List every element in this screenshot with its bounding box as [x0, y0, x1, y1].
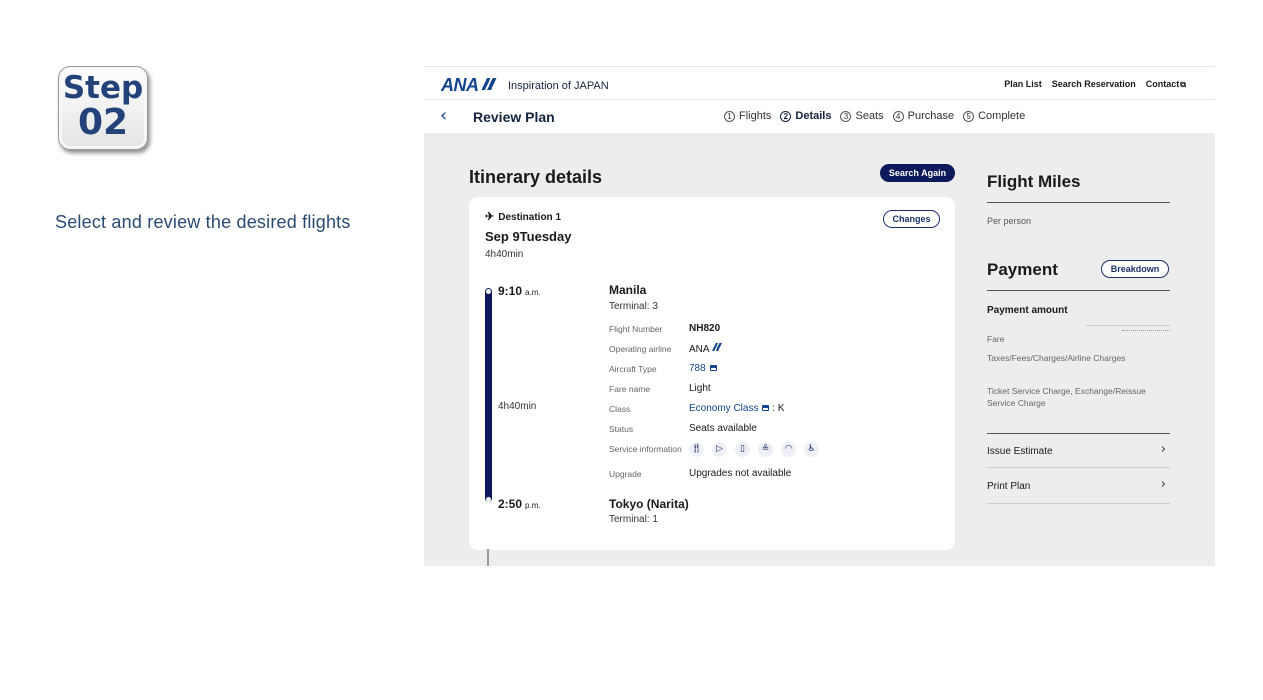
detail-label: Status — [609, 424, 634, 434]
aircraft-type-link[interactable]: 788 — [689, 363, 717, 375]
step-circle: 2 — [780, 111, 792, 122]
chevron-right-icon: › — [1160, 442, 1166, 457]
progress-steps: 1 Flights 2 Details 3 Seats 4 Purchase 5 Comp… — [724, 110, 1025, 123]
search-again-button[interactable]: Search Again — [880, 164, 955, 182]
external-link-icon — [762, 405, 770, 411]
step-number: 02 — [77, 102, 129, 143]
departure-time-value: 9:10 — [498, 284, 523, 298]
step-word: Step — [62, 70, 144, 106]
step-circle: 4 — [892, 111, 904, 122]
payment-title: Payment — [987, 260, 1058, 279]
fare-value-placeholder — [1122, 330, 1170, 335]
flight-miles-title: Flight Miles — [987, 172, 1081, 191]
timeline-bar — [485, 288, 492, 502]
logo-mark-icon — [480, 78, 497, 90]
arrival-time-value: 2:50 — [498, 497, 523, 511]
tagline: Inspiration of JAPAN — [508, 80, 609, 92]
chevron-right-icon: › — [1160, 477, 1166, 492]
per-person-label: Per person — [987, 216, 1032, 226]
class-booking-code: : K — [772, 403, 785, 414]
detail-label: Flight Number — [609, 324, 663, 334]
detail-value: Seats available — [689, 423, 757, 434]
timeline-end-dot — [486, 497, 491, 502]
step-details: 2 Details — [780, 110, 831, 123]
detail-label: Aircraft Type — [609, 364, 657, 374]
fare-label: Fare — [987, 334, 1005, 344]
timeline-start-dot — [486, 289, 491, 294]
class-value: Economy Class : K — [689, 403, 784, 415]
service-icons: 🍴︎ ▷ ▯ ≗ ◠ ♿︎ — [689, 442, 819, 457]
payment-amount-label: Payment amount — [987, 305, 1068, 316]
accessibility-icon[interactable]: ♿︎ — [804, 442, 819, 457]
airline-logo-mark-icon — [711, 343, 722, 351]
step-caption: Select and review the desired flights — [55, 212, 351, 232]
operating-airline-logo: ANA — [689, 343, 722, 356]
flight-card: ✈ Destination 1 Changes Sep 9Tuesday 4h40… — [469, 197, 955, 550]
breakdown-button[interactable]: Breakdown — [1101, 260, 1169, 278]
issue-estimate-link[interactable]: Issue Estimate › — [987, 433, 1170, 468]
arrival-time: 2:50 p.m. — [498, 497, 541, 511]
divider — [987, 290, 1170, 291]
step-label: Purchase — [907, 110, 955, 122]
lounge-icon[interactable]: ≗ — [758, 442, 773, 457]
departure-time: 9:10 a.m. — [498, 284, 541, 298]
divider — [1086, 325, 1170, 326]
departure-city: Manila — [609, 283, 647, 297]
total-duration: 4h40min — [485, 249, 524, 260]
detail-label: Fare name — [609, 384, 651, 394]
arrival-ampm: p.m. — [525, 501, 541, 510]
print-plan-label: Print Plan — [987, 481, 1031, 492]
departure-terminal: Terminal: 3 — [609, 301, 658, 312]
print-plan-link[interactable]: Print Plan › — [987, 469, 1170, 504]
issue-estimate-label: Issue Estimate — [987, 446, 1053, 457]
taxes-label: Taxes/Fees/Charges/Airline Charges — [987, 353, 1126, 363]
destination-label: ✈ Destination 1 — [485, 211, 561, 224]
divider — [987, 202, 1170, 203]
baggage-icon[interactable]: ▯ — [735, 442, 750, 457]
meal-icon[interactable]: 🍴︎ — [689, 442, 704, 457]
airline-logo-text: ANA — [689, 344, 710, 355]
ticket-service-label: Ticket Service Charge, Exchange/Reissue … — [987, 386, 1146, 408]
ana-logo[interactable]: ANA — [441, 76, 497, 94]
arrival-city: Tokyo (Narita) — [609, 497, 689, 511]
summary-panel: Flight Miles Per person Payment Breakdow… — [987, 66, 1170, 566]
app-window: ANA Inspiration of JAPAN Plan List Searc… — [424, 66, 1215, 566]
detail-value: NH820 — [689, 323, 721, 334]
arrival-terminal: Terminal: 1 — [609, 514, 658, 525]
departure-ampm: a.m. — [525, 288, 541, 297]
step-badge: Step 02 — [58, 66, 148, 150]
step-flights: 1 Flights — [724, 110, 771, 123]
page-title: Review Plan — [473, 109, 555, 125]
step-circle: 3 — [840, 111, 852, 122]
plane-icon: ✈ — [485, 211, 495, 223]
detail-label: Upgrade — [609, 469, 642, 479]
step-purchase: 4 Purchase — [892, 110, 955, 123]
step-label: Seats — [855, 110, 884, 122]
class-link[interactable]: Economy Class — [689, 403, 758, 414]
external-link-icon — [709, 365, 717, 371]
detail-label: Operating airline — [609, 344, 672, 354]
flight-date: Sep 9Tuesday — [485, 229, 572, 244]
detail-label: Class — [609, 404, 631, 414]
logo-text: ANA — [441, 75, 479, 95]
back-chevron-icon[interactable]: ‹ — [440, 106, 447, 126]
destination-text: Destination 1 — [498, 212, 562, 223]
step-label: Flights — [739, 110, 772, 122]
changes-button[interactable]: Changes — [883, 210, 940, 228]
step-circle: 1 — [724, 111, 735, 122]
itinerary-title: Itinerary details — [469, 167, 603, 187]
segment-duration: 4h40min — [498, 401, 537, 412]
detail-value: Light — [689, 383, 711, 394]
timeline-trail — [487, 549, 489, 566]
detail-label: Service information — [609, 444, 682, 454]
detail-value: Upgrades not available — [689, 468, 792, 479]
step-circle: 5 — [963, 111, 975, 122]
step-label: Details — [795, 110, 832, 122]
step-seats: 3 Seats — [840, 110, 884, 123]
wifi-icon[interactable]: ◠ — [781, 442, 796, 457]
entertainment-icon[interactable]: ▷ — [712, 442, 727, 457]
external-link-icon: ⧉ — [1180, 80, 1186, 89]
aircraft-type-value: 788 — [689, 363, 706, 374]
